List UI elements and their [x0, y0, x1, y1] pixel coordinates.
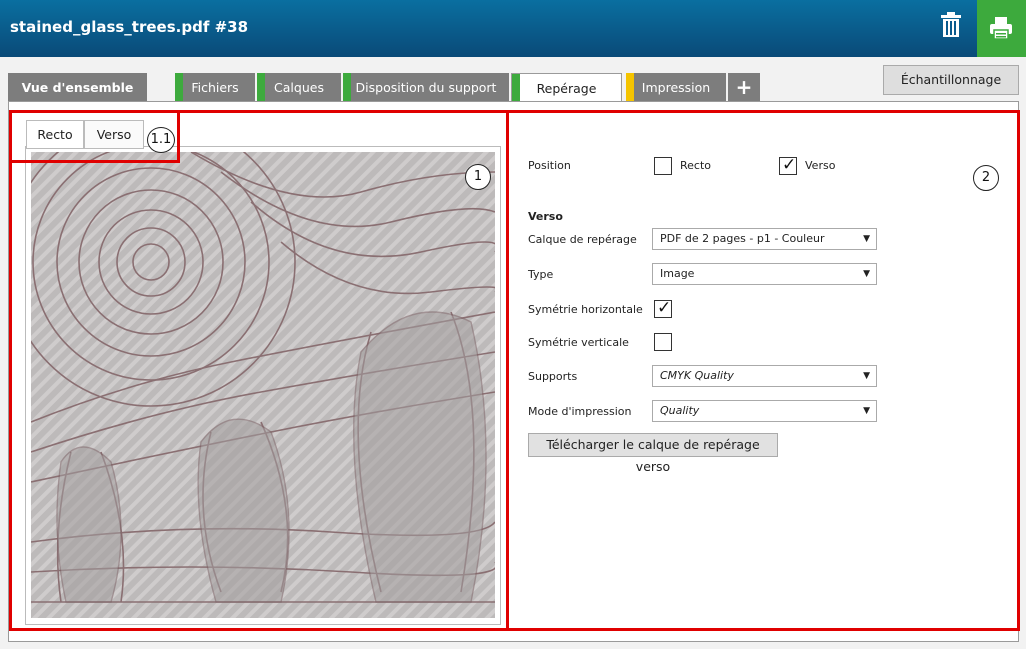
position-verso-label: Verso — [805, 159, 836, 172]
tab-files-label: Fichiers — [191, 80, 239, 95]
tab-layers-label: Calques — [274, 80, 324, 95]
highlight-area-1 — [9, 110, 509, 631]
supports-label: Supports — [528, 370, 578, 383]
chevron-down-icon: ▼ — [863, 406, 870, 416]
callout-1-1: 1.1 — [147, 127, 175, 153]
sym-h-checkbox[interactable]: ✓ — [654, 298, 672, 318]
position-verso-checkbox[interactable]: ✓ — [779, 155, 797, 175]
chevron-down-icon: ▼ — [863, 234, 870, 244]
printer-icon — [990, 17, 1012, 40]
tab-media-layout[interactable]: Disposition du support — [343, 73, 509, 102]
mode-label: Mode d'impression — [528, 405, 632, 418]
callout-2: 2 — [973, 165, 999, 191]
tab-print[interactable]: Impression — [626, 73, 726, 102]
tab-overview[interactable]: Vue d'ensemble — [8, 73, 147, 102]
supports-select[interactable]: CMYK Quality ▼ — [652, 365, 877, 387]
add-tab-button[interactable]: + — [728, 73, 760, 102]
sym-v-label: Symétrie verticale — [528, 336, 629, 349]
tab-layers[interactable]: Calques — [257, 73, 341, 102]
mode-select[interactable]: Quality ▼ — [652, 400, 877, 422]
sampling-button[interactable]: Échantillonnage — [883, 65, 1019, 95]
sym-h-label: Symétrie horizontale — [528, 303, 643, 316]
tab-status-marker — [512, 74, 520, 103]
download-registration-button[interactable]: Télécharger le calque de repérage verso — [528, 433, 778, 474]
position-recto-checkbox[interactable] — [654, 157, 672, 175]
tab-overview-label: Vue d'ensemble — [21, 80, 134, 95]
title-bar: stained_glass_trees.pdf #38 — [0, 0, 1026, 57]
position-label: Position — [528, 159, 571, 172]
chevron-down-icon: ▼ — [863, 269, 870, 279]
type-select-value: Image — [660, 267, 695, 280]
tab-media-layout-label: Disposition du support — [355, 80, 497, 95]
calque-select[interactable]: PDF de 2 pages - p1 - Couleur ▼ — [652, 228, 877, 250]
type-label: Type — [528, 268, 554, 281]
tab-status-marker — [343, 73, 351, 102]
print-button[interactable] — [977, 0, 1026, 57]
supports-select-value: CMYK Quality — [660, 369, 734, 382]
tab-files[interactable]: Fichiers — [175, 73, 255, 102]
trash-icon[interactable] — [940, 12, 970, 42]
sym-v-checkbox[interactable] — [654, 333, 672, 351]
tab-status-marker — [175, 73, 183, 102]
tab-status-marker — [257, 73, 265, 102]
tab-registration-label: Repérage — [536, 81, 597, 96]
check-icon: ✓ — [657, 298, 672, 318]
document-title: stained_glass_trees.pdf #38 — [10, 18, 249, 36]
calque-label: Calque de repérage — [528, 233, 637, 246]
type-select[interactable]: Image ▼ — [652, 263, 877, 285]
position-recto-label: Recto — [680, 159, 712, 172]
mode-select-value: Quality — [660, 404, 700, 417]
tab-registration[interactable]: Repérage — [511, 73, 622, 103]
tab-print-label: Impression — [641, 80, 711, 95]
calque-select-value: PDF de 2 pages - p1 - Couleur — [660, 232, 825, 245]
chevron-down-icon: ▼ — [863, 371, 870, 381]
tab-status-marker — [626, 73, 634, 102]
check-icon: ✓ — [782, 155, 797, 175]
section-title: Verso — [528, 210, 563, 223]
callout-1: 1 — [465, 164, 491, 190]
